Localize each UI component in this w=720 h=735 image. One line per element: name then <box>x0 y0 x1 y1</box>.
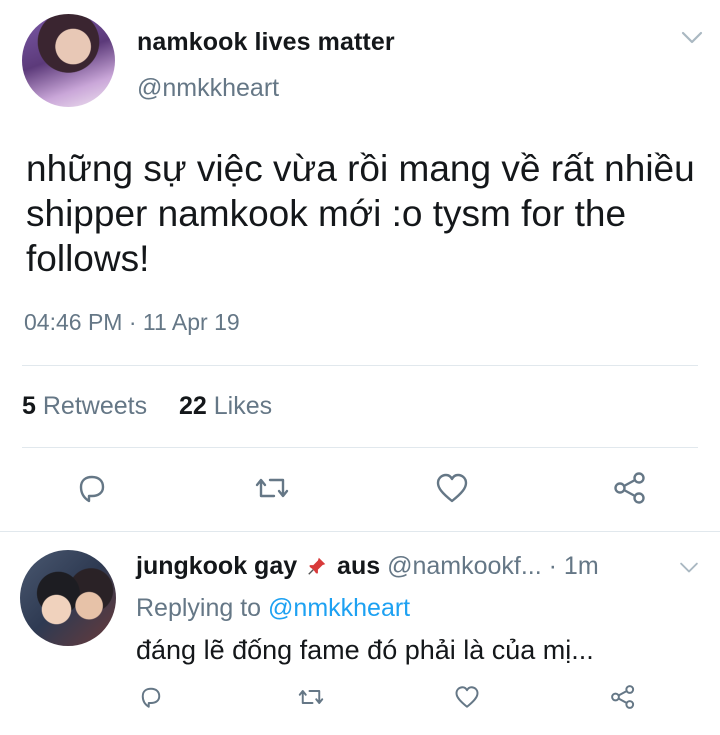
reply-button[interactable] <box>136 682 166 712</box>
reply-button[interactable] <box>72 468 112 508</box>
share-icon <box>611 685 635 709</box>
replying-to: Replying to @nmkkheart <box>136 594 410 623</box>
reply-time: · 1m <box>548 552 599 580</box>
share-button[interactable] <box>610 468 650 508</box>
author-handle[interactable]: @nmkkheart <box>137 74 279 103</box>
author-avatar[interactable] <box>22 14 115 107</box>
retweet-icon <box>298 690 324 704</box>
chevron-down-icon[interactable] <box>678 561 700 575</box>
reply-icon <box>79 475 105 503</box>
likes-count: 22 <box>178 392 207 420</box>
retweets-link[interactable]: 5 Retweets <box>22 392 147 420</box>
reply-header: jungkook gay aus @namkookf... · 1m <box>136 552 599 581</box>
divider <box>22 365 698 366</box>
pushpin-icon <box>304 552 330 581</box>
likes-label: Likes <box>213 392 273 420</box>
reply-display-name[interactable]: jungkook gay <box>136 552 297 580</box>
share-icon <box>614 472 645 504</box>
retweet-icon <box>255 478 289 498</box>
retweets-count: 5 <box>22 392 36 420</box>
reply-extra-name[interactable]: aus <box>337 552 380 580</box>
like-button[interactable] <box>452 682 482 712</box>
tweet-separator <box>0 531 720 532</box>
author-display-name[interactable]: namkook lives matter <box>137 28 395 57</box>
like-icon <box>455 686 479 708</box>
likes-link[interactable]: 22 Likes <box>179 392 272 420</box>
like-button[interactable] <box>432 468 472 508</box>
like-icon <box>436 473 468 503</box>
chevron-down-icon[interactable] <box>680 30 704 46</box>
share-button[interactable] <box>608 682 638 712</box>
retweets-label: Retweets <box>42 392 148 420</box>
retweet-button[interactable] <box>296 682 326 712</box>
tweet-text: những sự việc vừa rồi mang về rất nhiều … <box>26 148 695 279</box>
reply-author-avatar[interactable] <box>20 550 116 646</box>
replying-to-handle[interactable]: @nmkkheart <box>268 594 410 622</box>
divider <box>22 447 698 448</box>
reply-icon <box>141 687 161 708</box>
replying-prefix: Replying to <box>136 594 262 622</box>
reply-handle[interactable]: @namkookf... <box>387 552 542 580</box>
engagement-counts: 5 Retweets 22 Likes <box>22 392 272 421</box>
reply-text: đáng lẽ đống fame đó phải là của mị... <box>136 635 594 665</box>
retweet-button[interactable] <box>252 468 292 508</box>
tweet-timestamp: 04:46 PM · 11 Apr 19 <box>24 309 240 335</box>
